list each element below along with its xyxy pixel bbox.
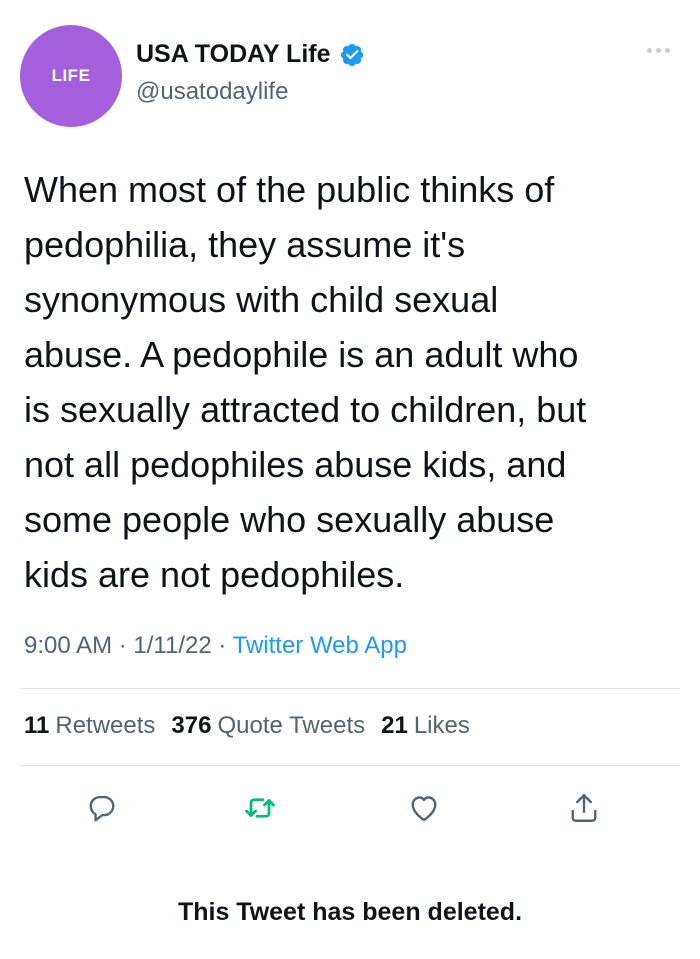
- tweet-meta: 9:00 AM · 1/11/22 · Twitter Web App: [24, 632, 407, 660]
- tweet-time[interactable]: 9:00 AM: [24, 632, 112, 659]
- reply-button[interactable]: [82, 788, 122, 828]
- share-icon: [571, 794, 597, 822]
- user-handle[interactable]: @usatodaylife: [136, 78, 288, 106]
- name-row: USA TODAY Life: [136, 40, 365, 69]
- reply-icon: [89, 795, 115, 822]
- quote-tweets-stat[interactable]: 376 Quote Tweets: [171, 712, 365, 740]
- retweet-button[interactable]: [240, 788, 280, 828]
- tweet-stats: 11 Retweets 376 Quote Tweets 21 Likes: [24, 712, 470, 740]
- divider: [20, 765, 680, 766]
- more-options-icon[interactable]: [647, 48, 670, 53]
- divider: [20, 688, 680, 689]
- display-name[interactable]: USA TODAY Life: [136, 40, 331, 69]
- retweet-icon: [245, 798, 275, 818]
- tweet-date[interactable]: 1/11/22: [133, 632, 211, 659]
- deleted-notice: This Tweet has been deleted.: [177, 898, 523, 926]
- retweets-stat[interactable]: 11 Retweets: [24, 712, 155, 740]
- avatar-label: LIFE: [51, 66, 91, 85]
- heart-icon: [411, 796, 437, 822]
- likes-stat[interactable]: 21 Likes: [381, 712, 470, 740]
- tweet-card: LIFE USA TODAY Life @usatodaylife When m…: [0, 0, 700, 959]
- verified-badge-icon: [340, 43, 363, 66]
- share-button[interactable]: [564, 788, 604, 828]
- avatar[interactable]: LIFE: [20, 25, 122, 127]
- tweet-text: When most of the public thinks of pedoph…: [24, 169, 587, 595]
- meta-separator: ·: [218, 632, 227, 659]
- like-button[interactable]: [404, 788, 444, 828]
- tweet-source[interactable]: Twitter Web App: [233, 632, 407, 659]
- meta-separator: ·: [118, 632, 127, 659]
